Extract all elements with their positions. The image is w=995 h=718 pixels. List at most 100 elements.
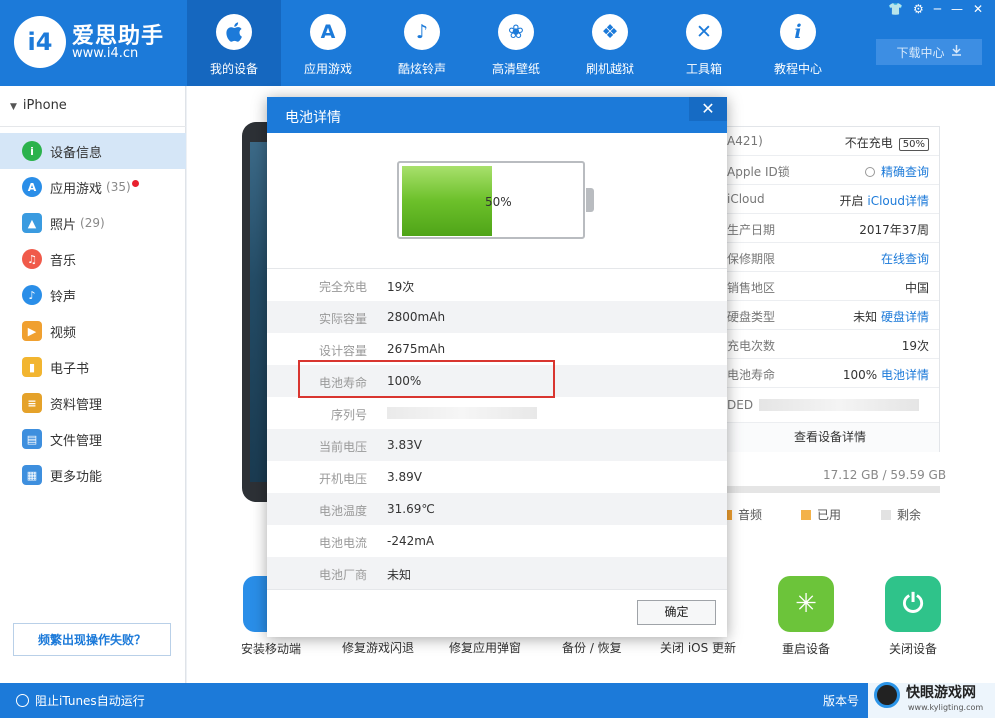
precise-query-link[interactable]: 精确查询 [881,165,929,179]
shutdown-device-tool[interactable]: ⏻ 关闭设备 [873,576,953,657]
sidebar-item-label: 电子书 [50,361,90,377]
app-store-icon: A [310,14,346,50]
nav-toolbox[interactable]: ✕ 工具箱 [657,0,751,86]
info-row-warranty: 保修期限 在线查询 [721,243,939,272]
charge-status: 不在充电 [844,136,893,150]
sidebar-item-photos[interactable]: ▲ 照片 (29) [0,205,186,241]
nav-label: 应用游戏 [303,62,352,76]
site-watermark: 快眼游戏网 www.kyligting.com [868,676,995,718]
row-value: 未知 [387,568,412,582]
tools-icon: ✕ [686,14,722,50]
window-controls: 👕 ⚙ ─ — ✕ [888,2,983,18]
watermark-url: www.kyligting.com [908,703,984,712]
frequent-failure-button[interactable]: 频繁出现操作失败？ [13,623,171,656]
fix-app-popup-tool[interactable]: 修复应用弹窗 [449,639,521,656]
file-icon: ▤ [22,429,42,449]
disk-detail-link[interactable]: 硬盘详情 [881,310,929,324]
info-value: 100% 电池详情 [843,366,929,383]
legend-used: 已用 [801,506,841,523]
dialog-title: 电池详情 [285,110,341,126]
legend-swatch [801,509,811,520]
app-url: www.i4.cn [72,46,139,61]
device-selector[interactable]: ▼ iPhone [10,98,67,113]
row-value: 31.69℃ [387,502,435,516]
sidebar-item-ringtones[interactable]: ♪ 铃声 [0,277,186,313]
fix-game-crash-tool[interactable]: 修复游戏闪退 [342,639,414,656]
apple-icon [216,14,252,50]
battery-level-fill [402,166,492,236]
nav-my-device[interactable]: 我的设备 [187,0,281,86]
i4-logo-icon: i4 [14,16,66,68]
sidebar-item-videos[interactable]: ▶ 视频 [0,313,186,349]
minimize-icon[interactable]: — [951,2,963,18]
legend-audio: 音频 [722,506,762,523]
menu-icon[interactable]: ─ [934,2,941,18]
sidebar-item-more[interactable]: ▦ 更多功能 [0,457,186,493]
close-button[interactable]: ✕ [689,97,727,121]
row-key: 当前电压 [318,440,367,454]
nav-label: 刷机越狱 [585,62,634,76]
view-device-details-button[interactable]: 查看设备详情 [721,423,939,452]
sidebar-item-data-management[interactable]: ≡ 资料管理 [0,385,186,421]
notification-dot [131,179,139,187]
nav-apps-games[interactable]: A 应用游戏 [281,0,375,86]
row-value: -242mA [387,534,435,548]
icloud-status: 开启 [839,194,864,208]
block-itunes-label: 阻止iTunes自动运行 [35,694,145,708]
battery-life-value: 100% [842,368,878,382]
video-icon: ▶ [22,321,42,341]
info-key: iCloud [727,192,765,206]
online-query-link[interactable]: 在线查询 [881,250,929,267]
skin-icon[interactable]: 👕 [888,2,903,18]
nav-ringtones[interactable]: ♪ 酷炫铃声 [375,0,469,86]
settings-icon[interactable]: ⚙ [913,2,924,18]
nav-label: 高清壁纸 [491,62,540,76]
block-itunes-toggle[interactable]: 阻止iTunes自动运行 [16,692,145,709]
dialog-header: 电池详情 ✕ [267,97,727,133]
info-row-charge-count: 充电次数 19次 [721,330,939,359]
nav-wallpapers[interactable]: ❀ 高清壁纸 [469,0,563,86]
nav-label: 工具箱 [685,62,722,76]
restart-device-tool[interactable]: ✳ 重启设备 [766,576,846,657]
sidebar-item-music[interactable]: ♫ 音乐 [0,241,186,277]
download-center-button[interactable]: 下载中心 [876,39,982,65]
sidebar-item-device-info[interactable]: i 设备信息 [0,133,186,169]
sidebar-item-label: 更多功能 [50,469,103,485]
divider [0,126,186,127]
contacts-icon: ≡ [22,393,42,413]
sidebar-item-label: 资料管理 [50,397,103,413]
sidebar-item-file-management[interactable]: ▤ 文件管理 [0,421,186,457]
info-value: 2017年37周 [859,223,929,237]
confirm-button[interactable]: 确定 [637,600,716,625]
battery-body: 50% [397,161,585,239]
serial-mask [387,407,537,419]
battery-detail-link[interactable]: 电池详情 [881,368,929,382]
info-icon: i [780,14,816,50]
info-value: 中国 [904,281,929,295]
sidebar-item-label: 文件管理 [50,433,103,449]
icloud-detail-link[interactable]: iCloud详情 [867,194,929,208]
device-info-panel: A421) 不在充电 50% Apple ID锁 精确查询 iCloud 开启 i… [720,126,940,452]
photo-icon: ▲ [22,213,42,233]
row-value: 19次 [387,280,415,294]
top-header: i4 爱思助手 www.i4.cn 我的设备 A 应用游戏 ♪ 酷炫铃声 ❀ 高… [0,0,995,86]
sidebar-item-apps[interactable]: A 应用游戏 (35) [0,169,186,205]
sidebar-item-ebooks[interactable]: ▮ 电子书 [0,349,186,385]
bell-icon: ♪ [22,285,42,305]
nav-flash-jailbreak[interactable]: ❖ 刷机越狱 [563,0,657,86]
info-key: 硬盘类型 [727,310,776,324]
info-row-battery-life: 电池寿命 100% 电池详情 [721,359,939,388]
download-center-label: 下载中心 [896,45,945,60]
download-icon [951,45,962,59]
disable-ios-update-tool[interactable]: 关闭 iOS 更新 [660,639,736,656]
close-window-icon[interactable]: ✕ [973,2,983,18]
nav-tutorials[interactable]: i 教程中心 [751,0,845,86]
grid-icon: ▦ [22,465,42,485]
sidebar: ▼ iPhone i 设备信息 A 应用游戏 (35) ▲ 照片 (29) ♫ 音… [0,86,186,683]
radio-icon[interactable] [864,167,875,177]
serial-prefix: DED [727,398,754,412]
backup-restore-tool[interactable]: 备份 / 恢复 [562,639,622,656]
legend-label: 已用 [817,508,842,522]
status-bar: 阻止iTunes自动运行 版本号 [0,683,995,718]
battery-percent: 50% [485,195,512,209]
